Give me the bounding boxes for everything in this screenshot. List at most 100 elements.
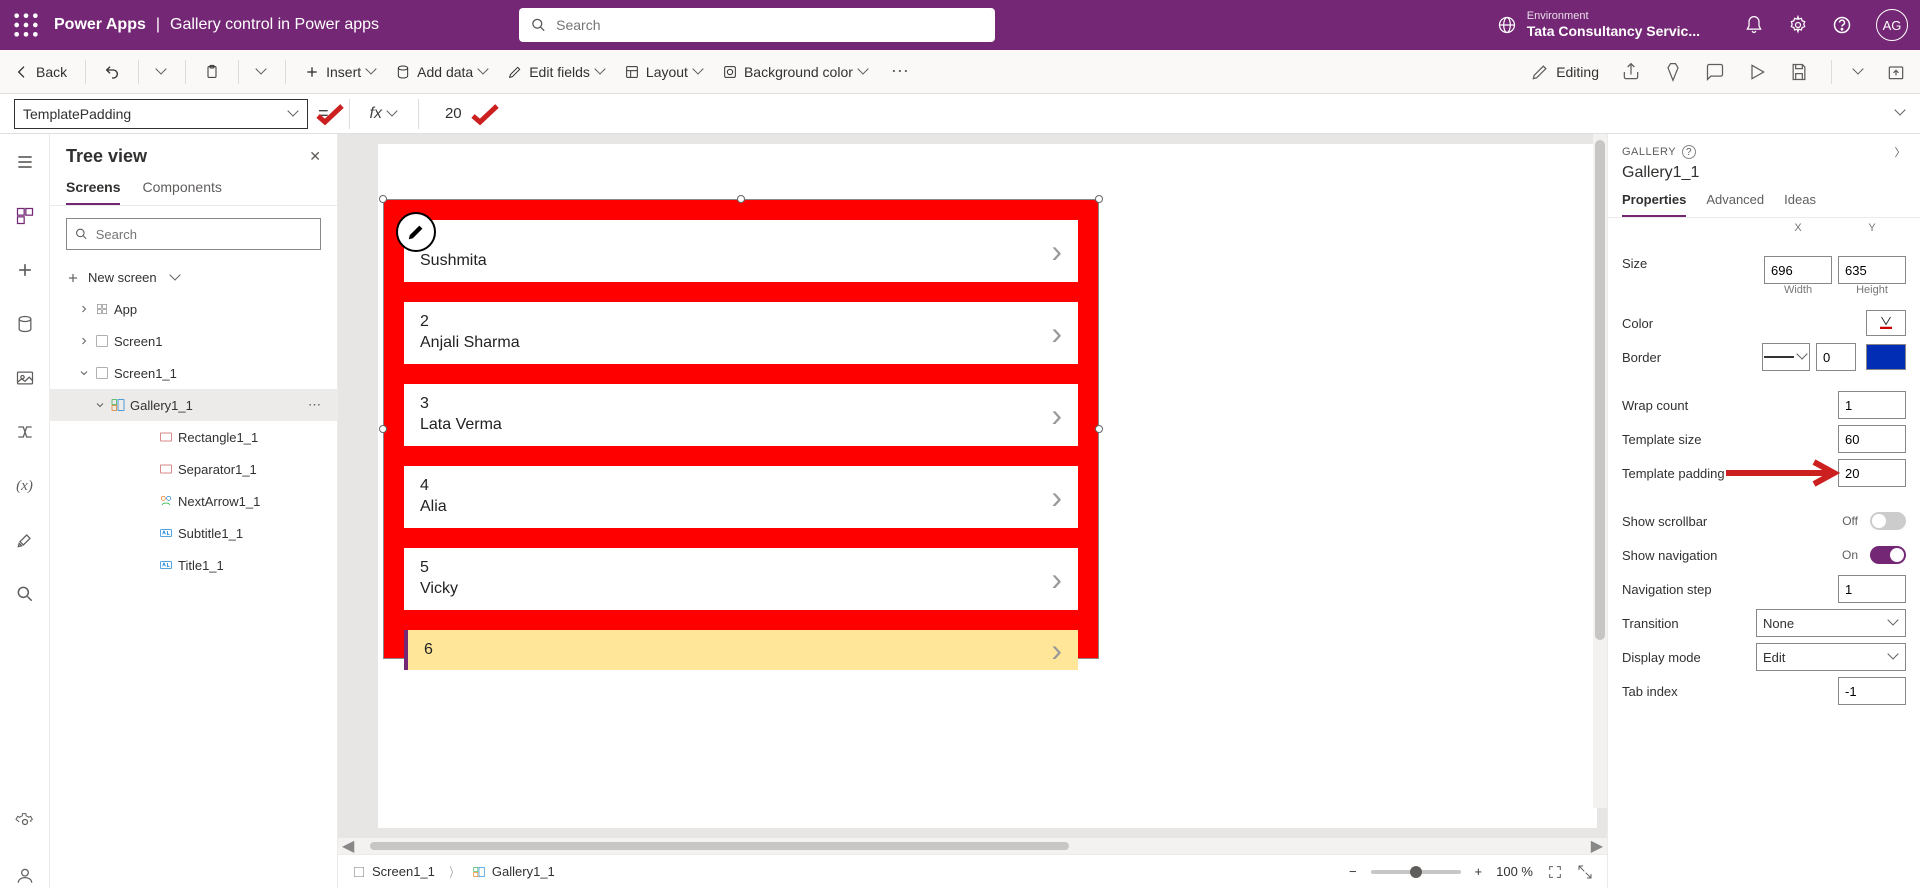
width-input[interactable] <box>1764 256 1832 284</box>
zoom-out-icon[interactable]: − <box>1349 864 1357 879</box>
chevron-right-icon[interactable]: › <box>1051 315 1062 352</box>
property-input[interactable] <box>23 106 289 122</box>
template-padding-input[interactable] <box>1838 459 1906 487</box>
chevron-right-icon[interactable]: 〉 <box>1895 144 1907 160</box>
canvas-area[interactable]: 1Sushmita› 2Anjali Sharma› 3Lata Verma› 4Al… <box>338 134 1607 838</box>
display-mode-select[interactable]: Edit <box>1756 643 1906 671</box>
tree-search[interactable] <box>66 218 321 250</box>
virtual-agent-icon[interactable] <box>13 864 37 888</box>
undo-button[interactable] <box>104 64 120 80</box>
border-style-select[interactable] <box>1762 343 1810 371</box>
user-avatar[interactable]: AG <box>1876 9 1908 41</box>
play-icon[interactable] <box>1747 62 1767 82</box>
app-launcher-icon[interactable] <box>12 11 40 39</box>
data-icon[interactable] <box>13 312 37 336</box>
notifications-icon[interactable] <box>1744 15 1764 35</box>
edit-fields-button[interactable]: Edit fields <box>507 64 606 80</box>
share-icon[interactable] <box>1621 62 1641 82</box>
breadcrumb-control[interactable]: Gallery1_1 <box>472 864 555 879</box>
tree-item-nextarrow[interactable]: NextArrow1_1 <box>50 485 337 517</box>
border-color-swatch[interactable] <box>1866 344 1906 370</box>
expand-formula-icon[interactable] <box>1896 105 1906 123</box>
tree-item-rectangle[interactable]: Rectangle1_1 <box>50 421 337 453</box>
tree-item-title[interactable]: Title1_1 <box>50 549 337 581</box>
resize-handle[interactable] <box>1095 195 1103 203</box>
bgcolor-button[interactable]: Background color <box>722 64 869 80</box>
variables-icon[interactable]: (x) <box>13 474 37 498</box>
zoom-in-icon[interactable]: + <box>1475 864 1483 879</box>
resize-handle[interactable] <box>737 195 745 203</box>
gallery-row[interactable]: 5Vicky› <box>404 548 1078 610</box>
gallery-control[interactable]: 1Sushmita› 2Anjali Sharma› 3Lata Verma› 4Al… <box>383 199 1099 659</box>
flows-icon[interactable] <box>13 420 37 444</box>
zoom-slider[interactable] <box>1371 870 1461 874</box>
border-width-input[interactable] <box>1816 343 1856 371</box>
wrap-count-input[interactable] <box>1838 391 1906 419</box>
tree-item-app[interactable]: App <box>50 293 337 325</box>
tab-advanced[interactable]: Advanced <box>1706 192 1764 217</box>
search-rail-icon[interactable] <box>13 582 37 606</box>
popout-icon[interactable] <box>1577 864 1593 880</box>
tab-screens[interactable]: Screens <box>66 179 120 205</box>
gallery-row[interactable]: 1Sushmita› <box>404 220 1078 282</box>
show-navigation-toggle[interactable] <box>1870 546 1906 564</box>
item-menu[interactable]: ⋯ <box>308 397 323 413</box>
tools-icon[interactable] <box>13 528 37 552</box>
tree-view-icon[interactable] <box>13 204 37 228</box>
vertical-scrollbar[interactable] <box>1593 134 1607 808</box>
close-panel-icon[interactable]: ✕ <box>309 148 321 165</box>
tree-item-gallery1-1[interactable]: Gallery1_1 ⋯ <box>50 389 337 421</box>
fit-icon[interactable] <box>1547 864 1563 880</box>
search-input[interactable] <box>556 17 983 33</box>
settings-rail-icon[interactable] <box>13 810 37 834</box>
help-icon[interactable] <box>1832 15 1852 35</box>
gallery-row[interactable]: 2Anjali Sharma› <box>404 302 1078 364</box>
transition-select[interactable]: None <box>1756 609 1906 637</box>
chevron-right-icon[interactable]: › <box>1051 397 1062 434</box>
gallery-row[interactable]: 3Lata Verma› <box>404 384 1078 446</box>
undo-dropdown[interactable] <box>157 67 167 77</box>
app-screen[interactable]: 1Sushmita› 2Anjali Sharma› 3Lata Verma› 4Al… <box>378 144 1597 828</box>
tree-item-screen1-1[interactable]: Screen1_1 <box>50 357 337 389</box>
save-icon[interactable] <box>1789 62 1809 82</box>
insert-button[interactable]: Insert <box>304 64 377 80</box>
tree-search-input[interactable] <box>96 227 312 242</box>
insert-icon[interactable] <box>13 258 37 282</box>
breadcrumb-screen[interactable]: Screen1_1 <box>352 864 435 879</box>
editing-mode-button[interactable]: Editing <box>1530 62 1599 82</box>
hamburger-icon[interactable] <box>13 150 37 174</box>
gallery-row[interactable]: 4Alia› <box>404 466 1078 528</box>
chevron-right-icon[interactable]: › <box>1051 233 1062 270</box>
publish-icon[interactable] <box>1886 62 1906 82</box>
horizontal-scrollbar[interactable]: ◀ ▶ <box>338 838 1607 854</box>
nav-step-input[interactable] <box>1838 575 1906 603</box>
checker-icon[interactable] <box>1663 62 1683 82</box>
tree-item-separator[interactable]: Separator1_1 <box>50 453 337 485</box>
tree-item-screen1[interactable]: Screen1 <box>50 325 337 357</box>
environment-picker[interactable]: Environment Tata Consultancy Servic... <box>1497 10 1700 40</box>
back-button[interactable]: Back <box>14 64 67 80</box>
property-selector[interactable] <box>14 99 308 129</box>
show-scrollbar-toggle[interactable] <box>1870 512 1906 530</box>
settings-icon[interactable] <box>1788 15 1808 35</box>
formula-value[interactable]: 20 <box>439 105 462 122</box>
height-input[interactable] <box>1838 256 1906 284</box>
chevron-right-icon[interactable]: › <box>1051 561 1062 598</box>
tab-properties[interactable]: Properties <box>1622 192 1686 217</box>
paste-button[interactable] <box>204 64 220 80</box>
tab-ideas[interactable]: Ideas <box>1784 192 1816 217</box>
template-size-input[interactable] <box>1838 425 1906 453</box>
overflow-menu[interactable]: ⋯ <box>887 61 911 82</box>
global-search[interactable] <box>519 8 995 42</box>
chevron-right-icon[interactable]: › <box>1051 479 1062 516</box>
help-icon[interactable]: ? <box>1682 145 1696 159</box>
media-icon[interactable] <box>13 366 37 390</box>
color-swatch[interactable] <box>1866 310 1906 336</box>
resize-handle[interactable] <box>379 425 387 433</box>
add-data-button[interactable]: Add data <box>395 64 489 80</box>
chevron-right-icon[interactable]: › <box>1051 632 1062 669</box>
paste-dropdown[interactable] <box>257 67 267 77</box>
resize-handle[interactable] <box>379 195 387 203</box>
comments-icon[interactable] <box>1705 62 1725 82</box>
control-name[interactable]: Gallery1_1 <box>1608 164 1920 188</box>
